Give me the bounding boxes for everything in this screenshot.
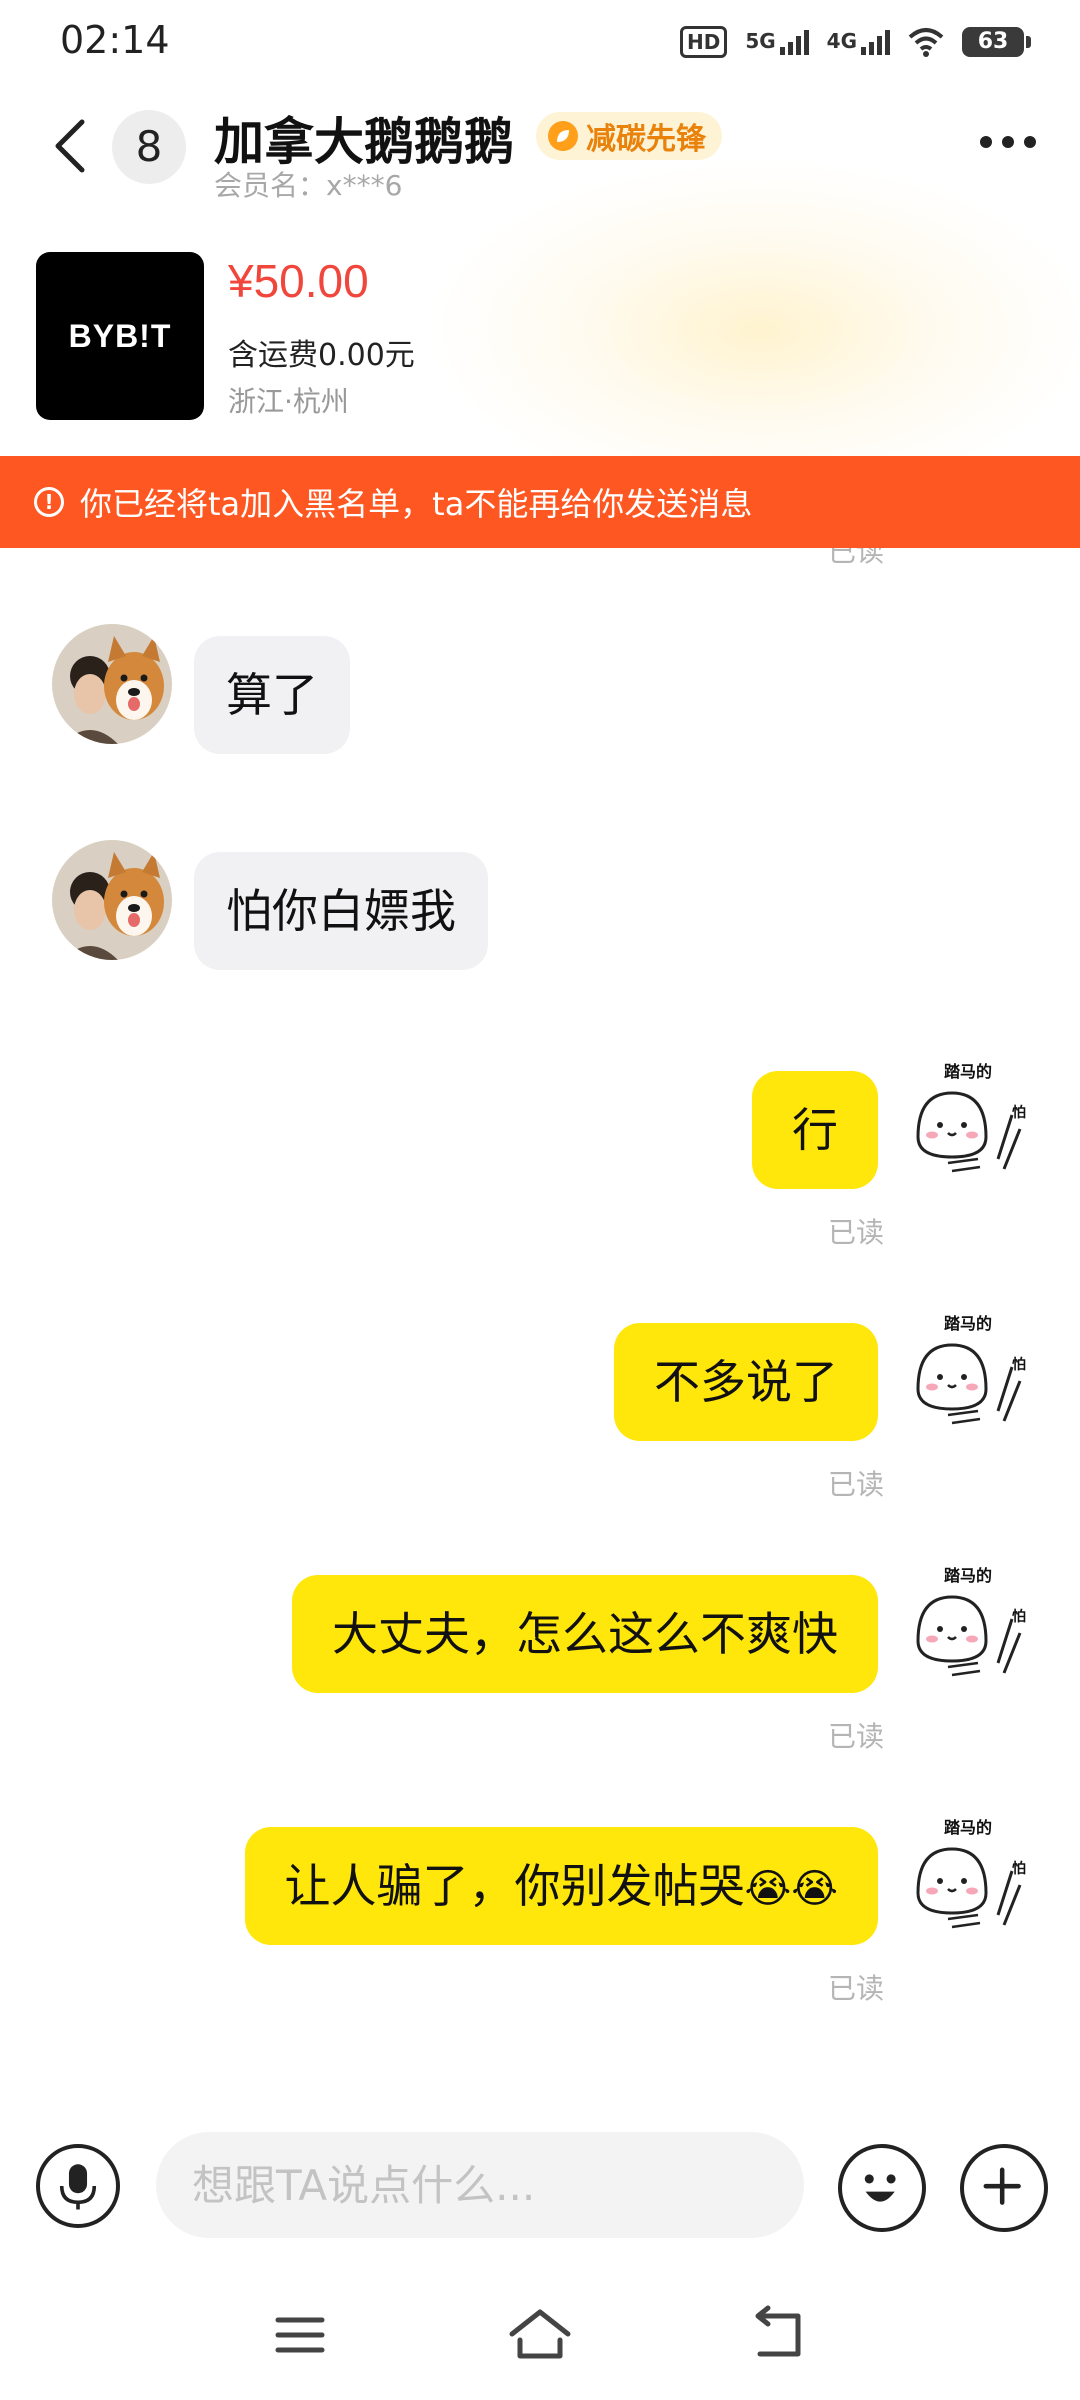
product-shipping: 含运费0.00元 <box>228 338 415 373</box>
svg-text:踏马的: 踏马的 <box>944 1062 992 1081</box>
outgoing-message: 让人骗了，你别发帖哭😭😭 踏马的 怕 <box>244 1815 1028 1945</box>
signal-5g-icon: 5G <box>745 29 809 55</box>
outgoing-bubble[interactable]: 让人骗了，你别发帖哭😭😭 <box>244 1827 878 1945</box>
emoji-button[interactable] <box>838 2144 926 2232</box>
carbon-badge[interactable]: 减碳先锋 <box>536 112 722 160</box>
battery-icon: 63 <box>962 27 1031 57</box>
net-label-5g: 5G <box>745 29 776 53</box>
user-avatar[interactable]: 踏马的 怕 <box>908 1311 1028 1431</box>
back-button[interactable] <box>44 116 104 176</box>
voice-button[interactable] <box>36 2144 120 2228</box>
contact-avatar[interactable] <box>52 624 172 744</box>
wifi-icon <box>908 28 944 57</box>
unread-count-badge[interactable]: 8 <box>112 110 186 184</box>
outgoing-bubble[interactable]: 大丈夫，怎么这么不爽快 <box>292 1575 878 1693</box>
dot-icon <box>1024 136 1036 148</box>
status-time: 02:14 <box>60 18 170 62</box>
outgoing-bubble[interactable]: 行 <box>752 1071 878 1189</box>
read-status: 已读 <box>827 1972 884 2005</box>
dot-icon <box>1002 136 1014 148</box>
read-status: 已读 <box>827 1216 884 1249</box>
chat-list[interactable]: 已读 算了 怕你白嫖我 行 踏马的 怕 已读 不多说了 踏马的 怕 已读 大丈夫… <box>0 548 1080 2120</box>
hd-icon: HD <box>679 26 728 58</box>
outgoing-message: 大丈夫，怎么这么不爽快 踏马的 怕 <box>292 1563 1028 1693</box>
incoming-bubble[interactable]: 算了 <box>194 636 350 754</box>
product-price: ¥50.00 <box>228 255 369 307</box>
system-nav-bar <box>0 2270 1080 2400</box>
member-name: 会员名：x***6 <box>214 169 403 202</box>
plus-button[interactable] <box>960 2144 1048 2232</box>
more-options-button[interactable] <box>980 136 1036 148</box>
status-bar: 02:14 HD 5G 4G 63 <box>0 0 1080 84</box>
svg-text:怕: 怕 <box>1012 1356 1026 1373</box>
net-label-4g: 4G <box>826 29 857 53</box>
contact-avatar[interactable] <box>52 840 172 960</box>
blacklist-alert: ! 你已经将ta加入黑名单，ta不能再给你发送消息 <box>0 456 1080 548</box>
outgoing-text: 让人骗了，你别发帖哭 <box>284 1859 745 1913</box>
outgoing-message: 不多说了 踏马的 怕 <box>614 1311 1028 1441</box>
menu-nav-button[interactable] <box>260 2300 340 2370</box>
svg-text:怕: 怕 <box>1012 1608 1026 1625</box>
status-icons: HD 5G 4G 63 <box>679 20 1031 64</box>
product-logo: BYB!T <box>68 317 172 354</box>
alert-text: 你已经将ta加入黑名单，ta不能再给你发送消息 <box>80 485 753 523</box>
dot-icon <box>980 136 992 148</box>
outgoing-message: 行 踏马的 怕 <box>752 1059 1028 1189</box>
read-status: 已读 <box>827 548 884 568</box>
user-avatar[interactable]: 踏马的 怕 <box>908 1059 1028 1179</box>
crying-emoji-icon: 😭😭 <box>744 1866 838 1912</box>
svg-text:怕: 怕 <box>1012 1104 1026 1121</box>
product-card[interactable]: BYB!T ¥50.00 含运费0.00元 浙江·杭州 <box>36 252 1036 422</box>
read-status: 已读 <box>827 1720 884 1753</box>
outgoing-bubble[interactable]: 不多说了 <box>614 1323 878 1441</box>
home-nav-button[interactable] <box>500 2300 580 2370</box>
svg-text:踏马的: 踏马的 <box>944 1818 992 1837</box>
leaf-icon <box>548 121 578 151</box>
chat-header: 8 加拿大鹅鹅鹅 减碳先锋 会员名：x***6 <box>0 96 1080 206</box>
user-avatar[interactable]: 踏马的 怕 <box>908 1815 1028 1935</box>
incoming-message: 算了 <box>52 624 350 754</box>
product-location: 浙江·杭州 <box>228 385 349 418</box>
carbon-badge-label: 减碳先锋 <box>586 122 706 157</box>
warning-icon: ! <box>34 487 64 517</box>
user-avatar[interactable]: 踏马的 怕 <box>908 1563 1028 1683</box>
signal-4g-icon: 4G <box>827 29 890 55</box>
incoming-message: 怕你白嫖我 <box>52 840 488 970</box>
incoming-bubble[interactable]: 怕你白嫖我 <box>194 852 488 970</box>
svg-text:踏马的: 踏马的 <box>944 1566 992 1585</box>
input-bar <box>0 2120 1080 2250</box>
product-thumbnail[interactable]: BYB!T <box>36 252 204 420</box>
svg-text:踏马的: 踏马的 <box>944 1314 992 1333</box>
svg-text:怕: 怕 <box>1012 1860 1026 1877</box>
read-status: 已读 <box>827 1468 884 1501</box>
message-input[interactable] <box>156 2132 804 2238</box>
back-nav-button[interactable] <box>740 2300 820 2370</box>
